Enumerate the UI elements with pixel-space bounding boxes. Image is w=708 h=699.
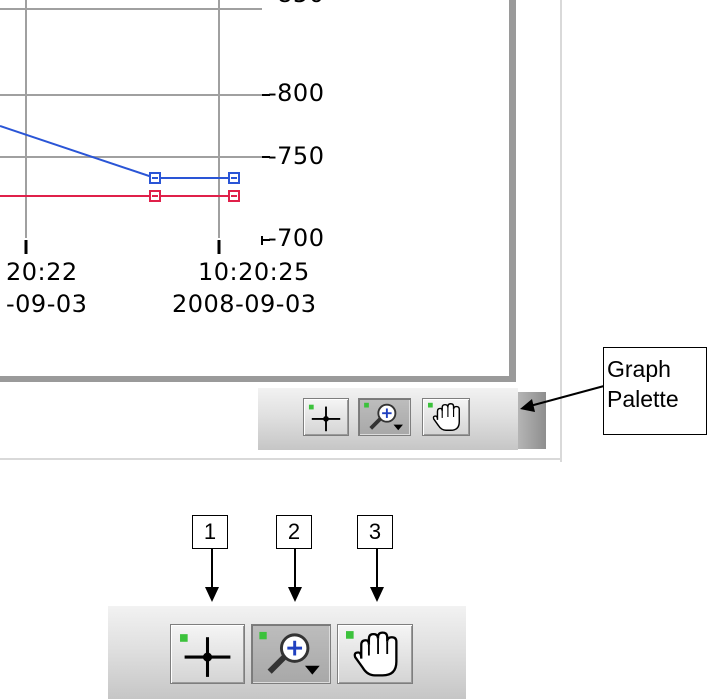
zoom-icon — [259, 631, 320, 675]
number-arrows — [205, 549, 384, 602]
x-tick-label-date: -09-03 — [6, 290, 88, 318]
graph-palette-callout: Graph Palette — [603, 347, 707, 435]
pan-tool-button[interactable] — [337, 624, 413, 684]
graph-palette-enlarged — [108, 605, 466, 699]
zoom-tool-button[interactable] — [358, 398, 411, 436]
x-tick-label-date: 2008-09-03 — [172, 290, 317, 318]
x-tick-label-time: 20:22 — [6, 258, 78, 286]
pan-hand-icon — [346, 631, 398, 677]
panel-border-bottom — [0, 458, 562, 460]
cursor-crosshair-icon — [308, 404, 341, 432]
cursor-crosshair-icon — [180, 634, 231, 677]
graph-palette — [258, 387, 518, 450]
graph-frame-right-edge — [509, 0, 516, 382]
y-tick-label: -700 — [268, 224, 325, 252]
y-tick-label: -800 — [268, 79, 325, 107]
label-number-2: 2 — [276, 515, 312, 549]
label-number-3: 3 — [357, 515, 393, 549]
pan-hand-icon — [428, 402, 460, 431]
plot-area[interactable] — [0, 0, 510, 376]
series-blue-line — [0, 125, 234, 179]
pan-tool-button[interactable] — [422, 398, 470, 436]
callout-line-1: Graph — [607, 356, 671, 382]
callout-line-2: Palette — [607, 386, 679, 412]
x-tick-label-time: 10:20:25 — [198, 258, 310, 286]
y-tick-label: -750 — [268, 142, 325, 170]
graph-frame-bottom-edge — [0, 376, 516, 382]
callout-arrow — [520, 385, 605, 412]
label-number-1: 1 — [192, 515, 228, 549]
zoom-tool-button[interactable] — [251, 624, 331, 684]
zoom-icon — [364, 402, 403, 431]
cursor-tool-button[interactable] — [303, 398, 349, 436]
cursor-tool-button[interactable] — [170, 624, 245, 684]
y-tick-label: -850 — [268, 0, 324, 8]
